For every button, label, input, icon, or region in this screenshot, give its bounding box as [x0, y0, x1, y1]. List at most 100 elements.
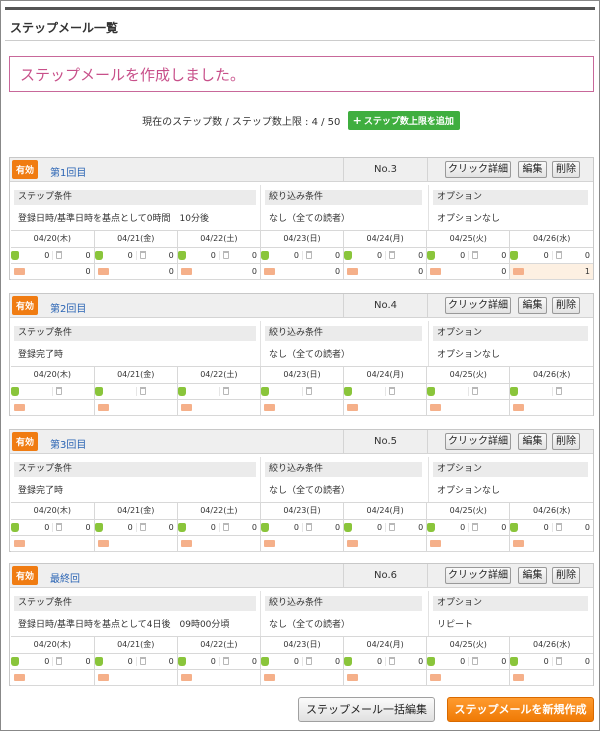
day-mail-cell	[11, 399, 95, 416]
day-mail-cell	[94, 399, 178, 416]
reader-icon	[344, 656, 353, 666]
click-detail-button[interactable]: クリック詳細	[445, 567, 511, 584]
step-condition-value: 登録日時/基準日時を基点として0時間 10分後	[18, 214, 209, 224]
step-name-link[interactable]: 第3回目	[50, 436, 86, 451]
reader-count: 0	[377, 250, 383, 260]
mail-count: 0	[168, 266, 174, 276]
step-card-header: 有効 第1回目 No.3 クリック詳細 編集 削除	[10, 158, 593, 182]
removed-count: 0	[501, 656, 507, 666]
date-header: 04/23(日)	[260, 503, 345, 520]
filter-condition-label: 絞り込み条件	[265, 462, 422, 477]
trash-icon	[305, 657, 312, 665]
removed-count: 0	[584, 656, 590, 666]
reader-icon	[11, 386, 19, 396]
removed-count: 0	[251, 656, 257, 666]
step-name-link[interactable]: 最終回	[50, 570, 80, 585]
mail-icon	[513, 403, 525, 411]
trash-icon	[555, 657, 562, 665]
step-condition-value: 登録完了時	[18, 486, 64, 496]
column-divider	[428, 185, 429, 230]
click-detail-button[interactable]: クリック詳細	[445, 297, 511, 314]
click-detail-button[interactable]: クリック詳細	[445, 433, 511, 450]
mail-icon	[263, 539, 275, 547]
mail-count: 0	[85, 266, 91, 276]
trash-icon	[555, 523, 562, 531]
mail-icon	[97, 403, 109, 411]
edit-button[interactable]: 編集	[518, 433, 547, 450]
delete-button[interactable]: 削除	[552, 567, 580, 584]
column-divider	[428, 321, 429, 366]
date-header: 04/21(金)	[94, 231, 178, 248]
date-header: 04/20(木)	[11, 367, 95, 384]
delete-button[interactable]: 削除	[552, 161, 580, 178]
reader-icon	[427, 656, 436, 666]
reader-icon	[344, 386, 353, 396]
mail-icon	[97, 267, 109, 275]
delete-button[interactable]: 削除	[552, 433, 580, 450]
step-card: 有効 第1回目 No.3 クリック詳細 編集 削除 ステップ条件 絞り込み条件 オプション 登録日…	[9, 157, 594, 280]
edit-button[interactable]: 編集	[518, 161, 547, 178]
reader-icon	[94, 656, 103, 666]
mail-icon	[430, 267, 442, 275]
mail-icon	[347, 267, 359, 275]
reader-count: 0	[293, 522, 299, 532]
trash-icon	[555, 387, 562, 395]
day-mail-cell	[177, 535, 261, 552]
reader-icon	[427, 386, 436, 396]
trash-icon	[139, 251, 146, 259]
trash-icon	[139, 387, 146, 395]
reader-count: 0	[127, 522, 133, 532]
day-count-cell: 00	[426, 519, 511, 536]
daily-stats-grid: 04/20(木) 04/21(金) 04/22(土) 04/23(日) 04/24(月)…	[11, 366, 593, 416]
edit-button[interactable]: 編集	[518, 567, 547, 584]
reader-icon	[260, 522, 269, 532]
reader-icon	[510, 522, 519, 532]
day-mail-cell	[94, 535, 178, 552]
daily-stats-grid: 04/20(木) 04/21(金) 04/22(土) 04/23(日) 04/24(月)…	[11, 636, 593, 686]
edit-button[interactable]: 編集	[518, 297, 547, 314]
create-step-mail-button[interactable]: ステップメールを新規作成	[447, 697, 594, 722]
reader-count: 0	[460, 656, 466, 666]
step-card-header: 有効 最終回 No.6 クリック詳細 編集 削除	[10, 564, 593, 588]
day-count-cell: 00	[94, 519, 178, 536]
reader-icon	[11, 656, 19, 666]
mail-icon	[513, 673, 525, 681]
reader-icon	[427, 250, 436, 260]
trash-icon	[56, 657, 63, 665]
removed-count: 0	[168, 522, 174, 532]
reader-icon	[260, 250, 269, 260]
bulk-edit-button[interactable]: ステップメール一括編集	[298, 697, 435, 722]
title-divider	[5, 40, 595, 41]
page-title: ステップメール一覧	[10, 21, 119, 35]
date-header: 04/26(水)	[509, 367, 593, 384]
step-condition-label: ステップ条件	[14, 326, 256, 341]
day-mail-cell	[11, 535, 95, 552]
removed-count: 0	[584, 250, 590, 260]
reader-count: 0	[293, 250, 299, 260]
trash-icon	[56, 387, 63, 395]
column-divider	[428, 457, 429, 502]
mail-count: 0	[501, 266, 507, 276]
page-frame: ステップメール一覧 ステップメールを作成しました。 現在のステップ数 / ステッ…	[0, 0, 600, 731]
step-name-link[interactable]: 第1回目	[50, 164, 86, 179]
reader-count: 0	[44, 250, 50, 260]
click-detail-button[interactable]: クリック詳細	[445, 161, 511, 178]
reader-count: 0	[44, 656, 50, 666]
reader-count: 0	[460, 250, 466, 260]
day-mail-cell	[260, 535, 345, 552]
mail-icon	[14, 539, 25, 547]
reader-count: 0	[543, 656, 549, 666]
step-condition-label: ステップ条件	[14, 462, 256, 477]
step-name-link[interactable]: 第2回目	[50, 300, 86, 315]
delete-button[interactable]: 削除	[552, 297, 580, 314]
mail-icon	[14, 403, 25, 411]
day-count-cell: 00	[260, 247, 345, 264]
mail-icon	[14, 267, 25, 275]
date-header: 04/22(土)	[177, 637, 261, 654]
trash-icon	[222, 387, 229, 395]
trash-icon	[389, 657, 396, 665]
add-step-limit-button[interactable]: + ステップ数上限を追加	[347, 111, 460, 130]
removed-count: 0	[334, 656, 341, 666]
day-mail-cell	[509, 399, 593, 416]
option-value: オプションなし	[437, 214, 501, 224]
